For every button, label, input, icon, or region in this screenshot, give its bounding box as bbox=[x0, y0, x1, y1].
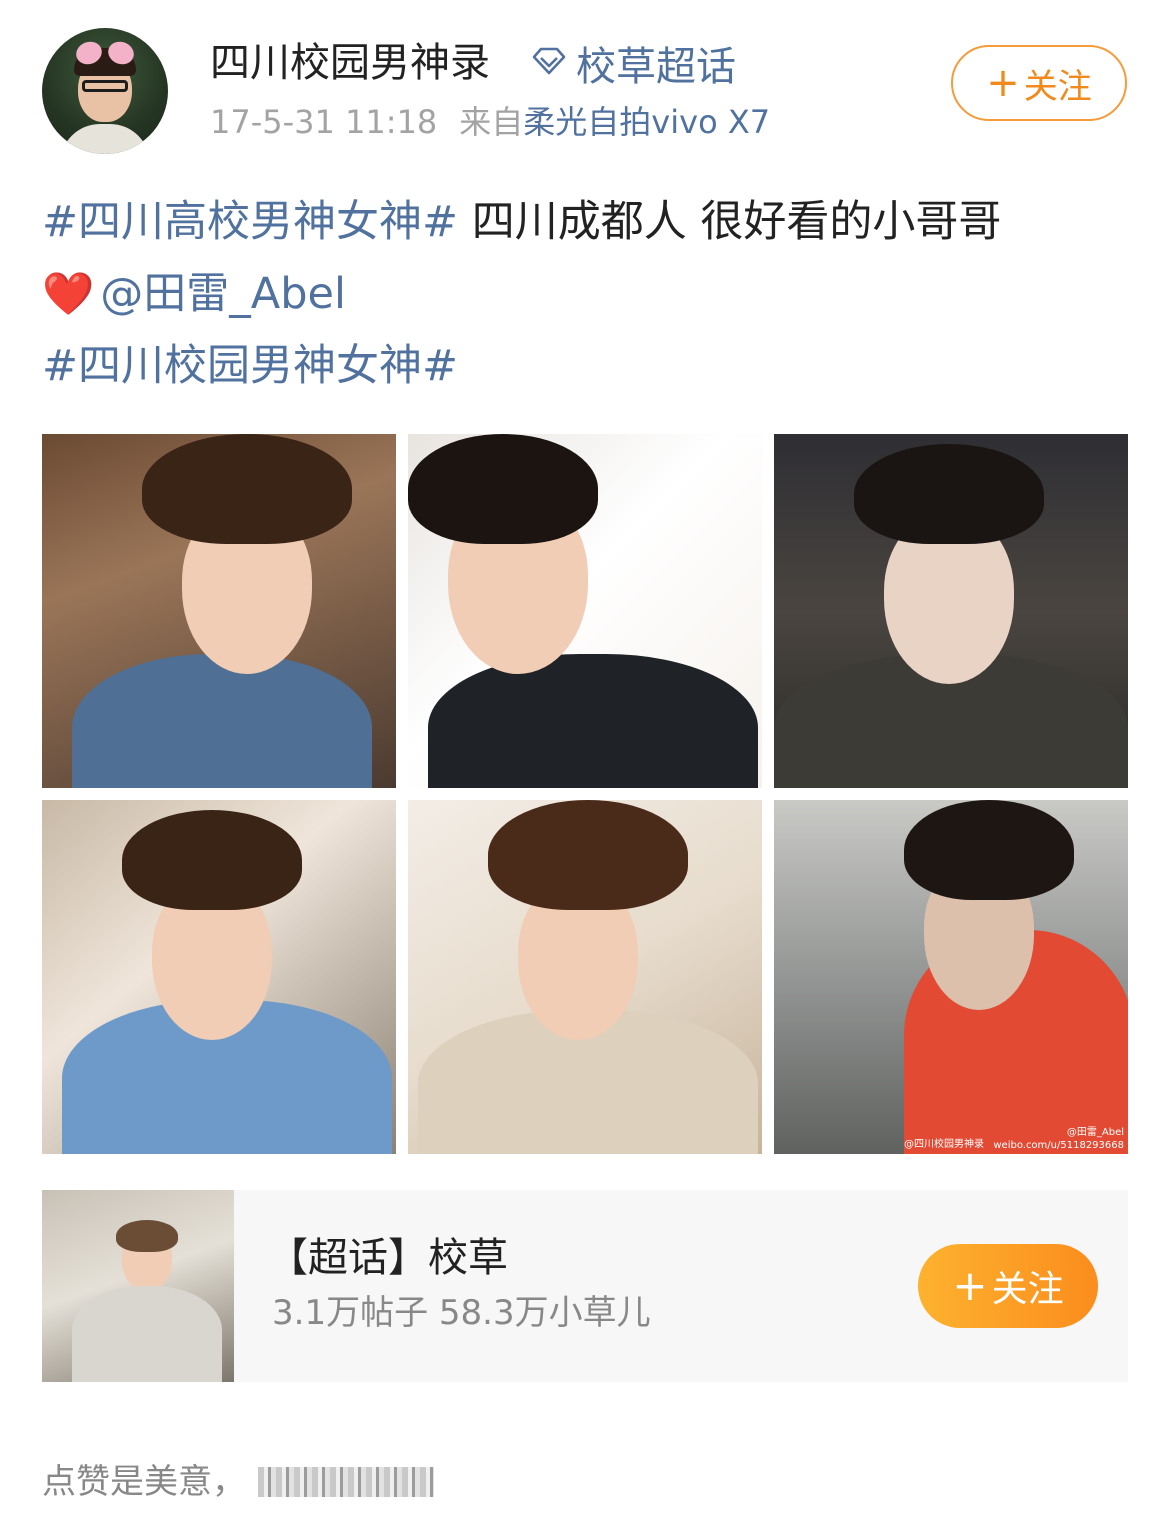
photo-4[interactable] bbox=[42, 800, 396, 1154]
photo-subject-hair bbox=[408, 434, 598, 544]
photo-5[interactable] bbox=[408, 800, 762, 1154]
thumbnail-body bbox=[72, 1286, 222, 1382]
photo-3[interactable] bbox=[774, 434, 1128, 788]
hashtag-link[interactable]: #四川校园男神女神# bbox=[42, 341, 458, 391]
post-meta: 17-5-31 11:18 来自柔光自拍vivo X7 bbox=[210, 100, 770, 144]
hashtag-link[interactable]: #四川高校男神女神# bbox=[42, 197, 458, 247]
from-label: 来自 bbox=[459, 103, 524, 141]
topic-follow-button[interactable]: + 关注 bbox=[918, 1244, 1098, 1328]
photo-6[interactable]: @四川校园男神录 @田雷_Abel weibo.com/u/5118293668 bbox=[774, 800, 1128, 1154]
photo-subject-body bbox=[72, 654, 372, 788]
avatar-glasses bbox=[82, 80, 128, 92]
plus-icon: + bbox=[952, 1261, 988, 1310]
footer-label: 点赞是美意， bbox=[42, 1462, 246, 1502]
photo-2[interactable] bbox=[408, 434, 762, 788]
post-source-link[interactable]: 柔光自拍vivo X7 bbox=[523, 103, 770, 141]
post-body: #四川高校男神女神# 四川成都人 很好看的小哥哥 ❤️ @田雷_Abel #四川校… bbox=[42, 186, 1132, 402]
post-text: 四川成都人 很好看的小哥哥 bbox=[458, 197, 1002, 247]
post-line-2: ❤️ @田雷_Abel bbox=[42, 258, 1132, 330]
chaohua-label: 校草超话 bbox=[576, 44, 736, 90]
super-topic-card[interactable]: 【超话】校草 3.1万帖子 58.3万小草儿 + 关注 bbox=[42, 1190, 1128, 1382]
heart-icon: ❤️ bbox=[42, 269, 95, 318]
post-line-3: #四川校园男神女神# bbox=[42, 330, 1132, 402]
post-timestamp: 17-5-31 11:18 bbox=[210, 103, 438, 141]
plus-icon: + bbox=[986, 60, 1020, 106]
watermark: @田雷_Abel weibo.com/u/5118293668 bbox=[993, 1126, 1124, 1152]
photo-subject-hair bbox=[854, 444, 1044, 544]
follow-button[interactable]: + 关注 bbox=[951, 45, 1127, 121]
photo-grid: @四川校园男神录 @田雷_Abel weibo.com/u/5118293668 bbox=[42, 434, 1128, 1154]
photo-subject-hair bbox=[122, 810, 302, 910]
post-line-1: #四川高校男神女神# 四川成都人 很好看的小哥哥 bbox=[42, 186, 1132, 258]
watermark-mention: @田雷_Abel bbox=[1066, 1127, 1124, 1138]
diamond-icon bbox=[532, 40, 566, 86]
topic-thumbnail bbox=[42, 1190, 234, 1382]
avatar-shirt bbox=[60, 124, 150, 154]
topic-title: 【超话】校草 bbox=[268, 1235, 508, 1281]
mention-link[interactable]: @田雷_Abel bbox=[100, 269, 346, 319]
photo-subject-hair bbox=[142, 434, 352, 544]
watermark-account: @四川校园男神录 bbox=[904, 1139, 984, 1150]
topic-stats: 3.1万帖子 58.3万小草儿 bbox=[272, 1293, 651, 1333]
redacted-text bbox=[258, 1467, 434, 1497]
footer-text: 点赞是美意， bbox=[42, 1456, 434, 1508]
photo-subject-body bbox=[428, 654, 758, 788]
photo-subject-hair bbox=[488, 800, 688, 910]
photo-subject-hair bbox=[904, 800, 1074, 900]
username[interactable]: 四川校园男神录 bbox=[210, 38, 490, 88]
follow-button-label: 关注 bbox=[1023, 66, 1092, 107]
chaohua-tag-link[interactable]: 校草超话 bbox=[532, 38, 736, 90]
topic-follow-label: 关注 bbox=[991, 1269, 1064, 1310]
watermark-url: weibo.com/u/5118293668 bbox=[993, 1140, 1124, 1151]
photo-1[interactable] bbox=[42, 434, 396, 788]
thumbnail-hair bbox=[116, 1220, 178, 1252]
user-avatar[interactable] bbox=[42, 28, 168, 154]
